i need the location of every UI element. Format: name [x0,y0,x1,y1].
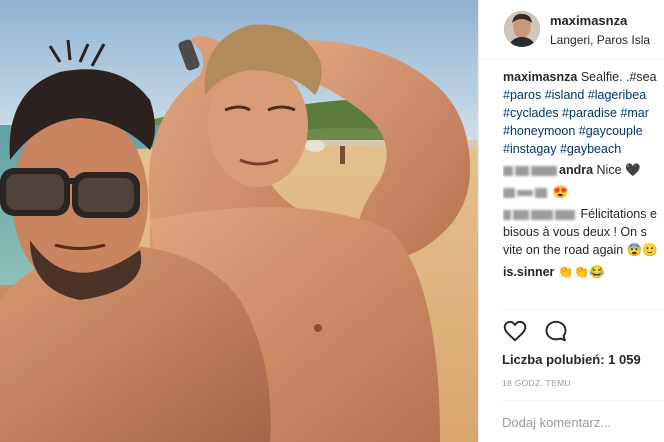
hashtags-line-3[interactable]: #honeymoon #gaycouple [503,122,664,140]
photo-illustration [0,0,478,442]
divider [503,309,664,310]
hashtags-line-2[interactable]: #cyclades #paradise #mar [503,104,664,122]
redacted-username [517,189,533,196]
comment-item: andra Nice 🖤 [503,161,664,179]
redacted-username [503,165,513,176]
likes-count[interactable]: Liczba polubień: 1 059 [502,352,641,367]
comment-text: 😍 [552,185,569,199]
comment-username[interactable]: is.sinner [503,265,554,279]
post-sidebar: maximasnza Langeri, Paros Isla maximasnz… [478,0,664,442]
redacted-username [503,187,515,198]
comment-username[interactable]: andra [559,163,593,177]
redacted-username [555,209,575,220]
avatar[interactable] [504,11,540,47]
caption-text: Sealfie. .#sea [580,70,657,84]
heart-icon-svg [503,320,527,342]
caption: maximasnza Sealfie. .#sea [503,68,664,86]
comment-text: 👏👏😂 [557,265,605,279]
location-link[interactable]: Langeri, Paros Isla [550,33,650,47]
hashtags-line-1[interactable]: #paros #island #lageribea [503,86,664,104]
comment-item: Félicitations e [503,205,664,223]
comment-item: is.sinner 👏👏😂 [503,263,664,281]
comment-text-line: bisous à vous deux ! On s [503,225,647,239]
redacted-username [531,165,557,176]
redacted-username [531,209,553,220]
post-timestamp[interactable]: 18 GODZ. TEMU [502,378,571,388]
caption-username[interactable]: maximasnza [503,70,577,84]
comment-item: 😍 [503,183,664,201]
comment-text-line: vite on the road again 😨🙂 [503,243,658,257]
post-photo[interactable] [0,0,478,442]
hashtags-line-4[interactable]: #instagay #gaybeach [503,140,664,158]
heart-icon[interactable] [502,318,528,344]
divider [502,400,664,401]
speech-bubble-icon-svg [545,320,567,342]
comment-text: Nice 🖤 [596,163,641,177]
comment-text: Félicitations e [580,207,657,221]
redacted-username [515,165,529,176]
comment-input[interactable] [502,410,664,434]
post-header: maximasnza Langeri, Paros Isla [479,0,664,60]
header-username[interactable]: maximasnza [550,13,627,28]
redacted-username [513,209,529,220]
speech-bubble-icon[interactable] [543,318,569,344]
avatar-image [504,11,540,47]
comments-list: maximasnza Sealfie. .#sea #paros #island… [503,68,664,306]
redacted-username [503,209,511,220]
redacted-username [535,187,547,198]
